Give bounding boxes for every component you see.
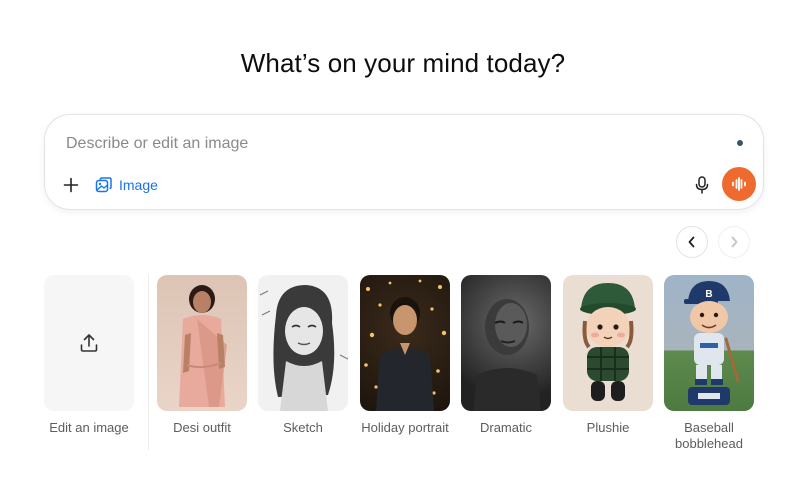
style-card-dramatic[interactable]: Dramatic bbox=[461, 275, 551, 436]
style-card-label: Dramatic bbox=[479, 420, 532, 435]
style-card-edit-image[interactable]: Edit an image bbox=[44, 275, 134, 436]
image-button-label: Image bbox=[119, 177, 158, 193]
style-card-label: Desi outfit bbox=[173, 420, 231, 435]
voice-waveform-icon bbox=[732, 177, 746, 191]
add-button[interactable] bbox=[59, 173, 83, 197]
upload-thumbnail bbox=[44, 275, 134, 411]
carousel-prev-button[interactable] bbox=[676, 226, 708, 258]
prompt-composer: Image bbox=[44, 114, 764, 210]
style-card-plushie[interactable]: Plushie bbox=[563, 275, 653, 436]
holiday-portrait-thumbnail bbox=[360, 275, 450, 411]
style-card-label: Edit an image bbox=[49, 420, 129, 435]
microphone-icon bbox=[695, 176, 709, 194]
baseball-bobblehead-thumbnail: B bbox=[664, 275, 754, 411]
carousel-next-button[interactable] bbox=[718, 226, 750, 258]
style-card-label: Plushie bbox=[586, 420, 630, 435]
style-card-baseball-bobblehead[interactable]: B Baseball bobblehead bbox=[664, 275, 754, 452]
style-card-label: Sketch bbox=[283, 420, 323, 435]
page-title: What’s on your mind today? bbox=[240, 48, 566, 78]
desi-outfit-thumbnail bbox=[157, 275, 247, 411]
divider bbox=[148, 275, 149, 450]
svg-text:B: B bbox=[705, 289, 712, 300]
style-card-label: Holiday portrait bbox=[361, 420, 449, 435]
image-button[interactable]: Image bbox=[95, 173, 158, 197]
chevron-left-icon bbox=[688, 236, 695, 248]
plus-icon bbox=[63, 177, 79, 193]
style-card-label: Baseball bobblehead bbox=[675, 420, 743, 451]
dramatic-thumbnail bbox=[461, 275, 551, 411]
microphone-button[interactable] bbox=[690, 173, 714, 197]
style-card-sketch[interactable]: Sketch bbox=[258, 275, 348, 436]
plushie-thumbnail bbox=[563, 275, 653, 411]
style-card-desi-outfit[interactable]: Desi outfit bbox=[157, 275, 247, 436]
style-card-holiday-portrait[interactable]: Holiday portrait bbox=[360, 275, 450, 436]
chevron-right-icon bbox=[731, 236, 738, 248]
image-icon bbox=[95, 177, 112, 193]
sketch-thumbnail bbox=[258, 275, 348, 411]
status-dot bbox=[737, 140, 743, 146]
prompt-input[interactable] bbox=[64, 131, 708, 157]
upload-icon bbox=[80, 334, 98, 352]
voice-mode-button[interactable] bbox=[722, 167, 756, 201]
